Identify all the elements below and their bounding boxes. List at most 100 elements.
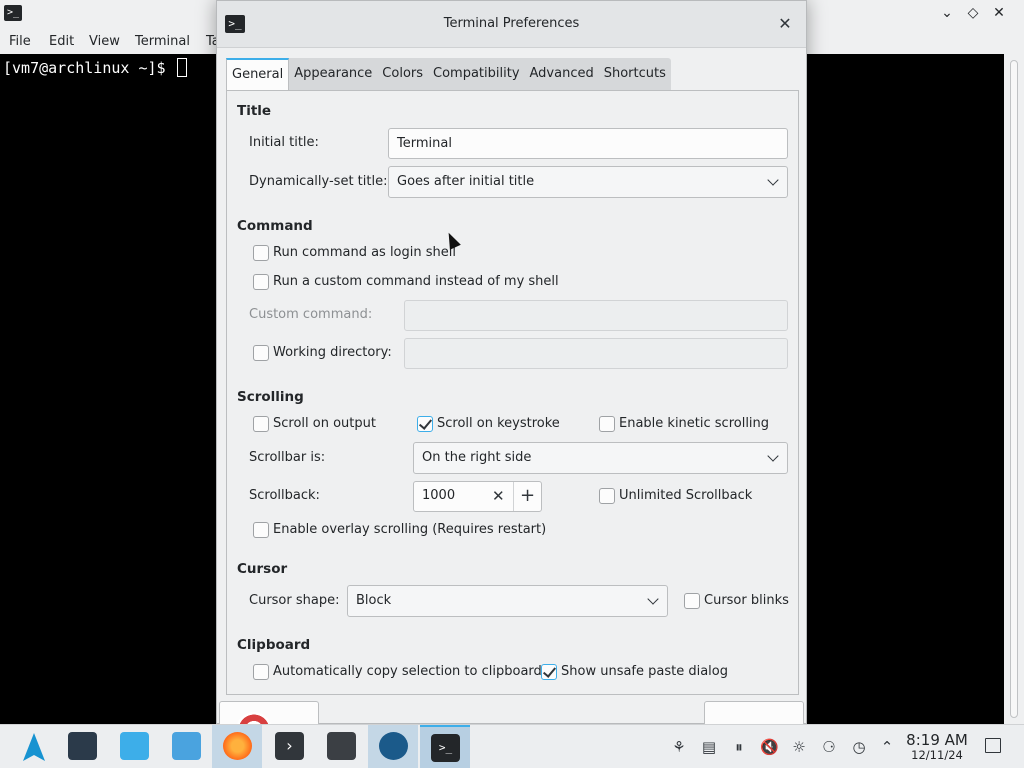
- window-controls: ⌄ ◇ ✕: [940, 6, 1006, 20]
- scrollbar-position-select[interactable]: On the right side: [413, 442, 788, 474]
- tab-compatibility[interactable]: Compatibility: [428, 58, 525, 90]
- audio-mixer-icon: [327, 732, 356, 760]
- chevron-down-icon: [647, 586, 661, 616]
- command-section-heading: Command: [237, 218, 313, 234]
- custom-command-checkbox[interactable]: [253, 274, 269, 290]
- scrollbar-thumb[interactable]: [1010, 60, 1018, 718]
- overlay-scrolling-label[interactable]: Enable overlay scrolling (Requires resta…: [273, 522, 546, 537]
- tab-colors[interactable]: Colors: [377, 58, 428, 90]
- scrollback-spinbox[interactable]: 1000 ✕ +: [413, 481, 542, 512]
- tab-general[interactable]: General: [226, 58, 290, 90]
- close-icon[interactable]: ✕: [774, 13, 796, 35]
- audio-app-icon[interactable]: [316, 725, 366, 768]
- kinetic-scrolling-label[interactable]: Enable kinetic scrolling: [619, 416, 769, 431]
- scrollbar-position-value: On the right side: [422, 450, 532, 465]
- update-icon[interactable]: ◷: [850, 738, 868, 756]
- unsafe-paste-label[interactable]: Show unsafe paste dialog: [561, 664, 728, 679]
- store-bag-icon: [120, 732, 149, 760]
- steam-logo-icon: [379, 732, 408, 760]
- scroll-on-output-checkbox[interactable]: [253, 416, 269, 432]
- login-shell-checkbox[interactable]: [253, 245, 269, 261]
- show-desktop-icon[interactable]: [985, 738, 1001, 753]
- dialog-title: Terminal Preferences: [443, 16, 580, 31]
- scroll-on-keystroke-label[interactable]: Scroll on keystroke: [437, 416, 560, 431]
- cursor-shape-value: Block: [356, 593, 392, 608]
- system-settings-icon[interactable]: [57, 725, 107, 768]
- unsafe-paste-checkbox[interactable]: [541, 664, 557, 680]
- firefox-icon[interactable]: [212, 725, 262, 768]
- tray-expand-icon[interactable]: ⌃: [878, 738, 896, 756]
- terminal-task-icon: >_: [431, 734, 460, 762]
- menu-view[interactable]: View: [89, 34, 120, 49]
- scrollback-value[interactable]: 1000: [422, 488, 455, 503]
- terminal-window-icon[interactable]: >_: [420, 725, 470, 768]
- initial-title-input[interactable]: Terminal: [388, 128, 788, 159]
- clock-time[interactable]: 8:19 AM: [904, 731, 970, 749]
- volume-muted-icon[interactable]: 🔇: [760, 738, 779, 756]
- title-section-heading: Title: [237, 103, 272, 119]
- auto-copy-checkbox[interactable]: [253, 664, 269, 680]
- working-directory-label[interactable]: Working directory:: [273, 345, 392, 360]
- settings-sliders-icon: [68, 732, 97, 760]
- media-pause-icon[interactable]: ⏸: [730, 738, 748, 756]
- working-directory-input[interactable]: [404, 338, 788, 369]
- unlimited-scrollback-checkbox[interactable]: [599, 488, 615, 504]
- auto-copy-label[interactable]: Automatically copy selection to clipboar…: [273, 664, 542, 679]
- working-directory-checkbox[interactable]: [253, 345, 269, 361]
- cursor-blinks-label[interactable]: Cursor blinks: [704, 593, 789, 608]
- dynamic-title-select[interactable]: Goes after initial title: [388, 166, 788, 198]
- file-manager-icon[interactable]: [161, 725, 211, 768]
- discover-store-icon[interactable]: [109, 725, 159, 768]
- scroll-on-output-label[interactable]: Scroll on output: [273, 416, 376, 431]
- chevron-down-icon: [767, 167, 781, 197]
- tab-bar: General Appearance Colors Compatibility …: [226, 58, 671, 90]
- dialog-titlebar[interactable]: >_ Terminal Preferences ✕: [217, 1, 806, 48]
- arch-launcher-icon[interactable]: [9, 725, 59, 768]
- arch-logo-icon: [23, 733, 45, 761]
- scroll-on-keystroke-checkbox[interactable]: [417, 416, 433, 432]
- scrolling-section-heading: Scrolling: [237, 389, 304, 405]
- initial-title-label: Initial title:: [249, 135, 319, 150]
- unlimited-scrollback-label[interactable]: Unlimited Scrollback: [619, 488, 752, 503]
- tab-appearance[interactable]: Appearance: [289, 58, 377, 90]
- restore-icon[interactable]: ◇: [966, 6, 980, 20]
- cursor-shape-label: Cursor shape:: [249, 593, 340, 608]
- clear-icon[interactable]: ✕: [492, 487, 505, 505]
- clipboard-section-heading: Clipboard: [237, 637, 311, 653]
- firefox-logo-icon: [223, 732, 252, 760]
- menu-terminal[interactable]: Terminal: [135, 34, 190, 49]
- brightness-icon[interactable]: ☼: [790, 738, 808, 756]
- cursor-section-heading: Cursor: [237, 561, 288, 577]
- menu-edit[interactable]: Edit: [49, 34, 74, 49]
- custom-command-label: Custom command:: [249, 307, 373, 322]
- preferences-dialog: >_ Terminal Preferences ✕ General Appear…: [216, 0, 807, 748]
- kinetic-scrolling-checkbox[interactable]: [599, 416, 615, 432]
- network-share-icon[interactable]: ⚘: [670, 738, 688, 756]
- menu-file[interactable]: File: [9, 34, 31, 49]
- prompt-chevron-icon: ›: [275, 732, 304, 760]
- scrollbar-position-label: Scrollbar is:: [249, 450, 326, 465]
- cursor-blinks-checkbox[interactable]: [684, 593, 700, 609]
- terminal-launcher-icon[interactable]: ›: [264, 725, 314, 768]
- clock-date[interactable]: 12/11/24: [904, 748, 970, 762]
- clipboard-icon[interactable]: ▤: [700, 738, 718, 756]
- steam-icon[interactable]: [368, 725, 418, 768]
- folder-icon: [172, 732, 201, 760]
- login-shell-label[interactable]: Run command as login shell: [273, 245, 456, 260]
- dynamic-title-label: Dynamically-set title:: [249, 174, 388, 189]
- custom-command-input[interactable]: [404, 300, 788, 331]
- cursor-shape-select[interactable]: Block: [347, 585, 668, 617]
- tab-shortcuts[interactable]: Shortcuts: [599, 58, 671, 90]
- overlay-scrolling-checkbox[interactable]: [253, 522, 269, 538]
- shell-prompt: [vm7@archlinux ~]$: [3, 58, 187, 77]
- terminal-app-icon: >_: [4, 5, 22, 21]
- vpn-globe-icon[interactable]: ⚆: [820, 738, 838, 756]
- chevron-down-icon: [767, 443, 781, 473]
- plus-icon[interactable]: +: [513, 482, 541, 511]
- tab-advanced[interactable]: Advanced: [525, 58, 599, 90]
- close-icon[interactable]: ✕: [992, 6, 1006, 20]
- dynamic-title-value: Goes after initial title: [397, 174, 535, 189]
- custom-command-option-label[interactable]: Run a custom command instead of my shell: [273, 274, 559, 289]
- general-panel: Title Initial title: Terminal Dynamicall…: [226, 90, 799, 695]
- minimize-icon[interactable]: ⌄: [940, 6, 954, 20]
